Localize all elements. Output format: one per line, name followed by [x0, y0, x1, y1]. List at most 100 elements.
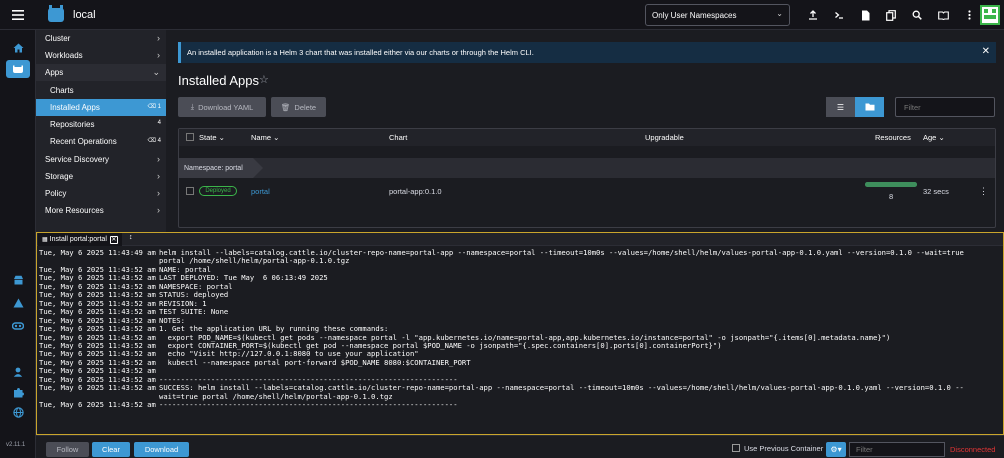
chevron-right-icon: ›	[157, 33, 160, 43]
nav-repositories[interactable]: Repositories 4	[36, 116, 166, 133]
main-content: An installed application is a Helm 3 cha…	[166, 30, 1004, 232]
table-header: State ⌄ Name ⌄ Chart Upgradable Resource…	[179, 129, 995, 146]
chart-version: portal-app:0.1.0	[389, 187, 442, 196]
age-value: 32 secs	[923, 187, 949, 196]
app-root: local Only User Namespaces ⌄ v2.11.1 Clu…	[0, 0, 1004, 458]
col-state[interactable]: State ⌄	[199, 133, 225, 142]
user-icon[interactable]	[6, 363, 30, 381]
nav-installed-apps[interactable]: Installed Apps ⌫ 1	[36, 99, 166, 116]
star-icon[interactable]: ☆	[259, 73, 269, 86]
log-filter-input[interactable]: Filter	[849, 442, 945, 457]
side-nav: Cluster › Workloads › Apps ⌄ Charts Install…	[36, 30, 166, 232]
nav-more-resources[interactable]: More Resources ›	[36, 202, 166, 219]
row-checkbox[interactable]	[186, 187, 194, 195]
nav-service-discovery[interactable]: Service Discovery ›	[36, 151, 166, 168]
nav-label: More Resources	[45, 206, 104, 215]
col-resources[interactable]: Resources	[875, 133, 911, 142]
network-icon[interactable]	[6, 317, 30, 335]
nav-policy[interactable]: Policy ›	[36, 185, 166, 202]
trash-icon: 🗑	[280, 102, 291, 112]
top-header: local Only User Namespaces ⌄	[0, 0, 1004, 30]
filter-input[interactable]: Filter	[895, 97, 995, 117]
select-all-checkbox[interactable]	[186, 133, 194, 141]
row-kebab-icon[interactable]: ⋮	[979, 186, 988, 197]
hamburger-menu-icon[interactable]	[0, 0, 36, 30]
nav-label: Installed Apps	[50, 103, 100, 112]
expand-icon[interactable]: ↕	[129, 234, 133, 241]
nav-count: ⌫ 4	[147, 138, 162, 144]
nav-recent-operations[interactable]: Recent Operations ⌫ 4	[36, 133, 166, 150]
close-icon[interactable]: ✕	[109, 235, 118, 244]
terminal-tab[interactable]: ▦ Install portal:portal ✕	[38, 233, 122, 246]
kebab-icon[interactable]	[956, 0, 982, 30]
col-chart[interactable]: Chart	[389, 133, 407, 142]
folder-view-icon[interactable]	[855, 97, 884, 117]
view-toggle: ☰	[826, 97, 884, 117]
namespace-select[interactable]: Only User Namespaces ⌄	[645, 4, 790, 26]
info-banner: An installed application is a Helm 3 cha…	[178, 42, 996, 63]
nav-label: Recent Operations	[50, 137, 117, 146]
search-icon[interactable]	[904, 0, 930, 30]
nav-charts[interactable]: Charts	[36, 82, 166, 99]
terminal-icon[interactable]	[826, 0, 852, 30]
download-button[interactable]: Download	[134, 442, 189, 457]
chevron-right-icon: ›	[157, 154, 160, 164]
extension-icon[interactable]	[6, 383, 30, 401]
log-timestamp: Tue, May 6 2025 11:43:52 am	[39, 400, 156, 410]
table-row: Deployed portal portal-app:0.1.0 8 32 se…	[179, 180, 995, 210]
download-yaml-button[interactable]: ⤓ Download YAML	[178, 97, 266, 117]
download-icon: ⤓	[190, 102, 195, 111]
banner-text: An installed application is a Helm 3 cha…	[187, 48, 534, 57]
terminal-log[interactable]: Tue, May 6 2025 11:43:49 am helm install …	[39, 248, 1001, 410]
user-avatar[interactable]	[980, 5, 1000, 25]
book-icon[interactable]	[930, 0, 956, 30]
chevron-right-icon: ›	[157, 50, 160, 60]
app-name-link[interactable]: portal	[251, 187, 270, 196]
terminal-tabs: ▦ Install portal:portal ✕ ↕	[37, 233, 1003, 246]
chevron-right-icon: ›	[157, 188, 160, 198]
page-title: Installed Apps	[178, 73, 259, 88]
cluster-icon[interactable]	[6, 60, 30, 78]
store-icon[interactable]	[6, 271, 30, 289]
use-previous-container-checkbox[interactable]	[732, 444, 740, 452]
col-age[interactable]: Age ⌄	[923, 133, 945, 142]
left-rail: v2.11.1	[0, 30, 36, 458]
nav-apps[interactable]: Apps ⌄	[36, 64, 166, 81]
list-view-icon[interactable]: ☰	[826, 97, 855, 117]
close-icon[interactable]: ✕	[982, 46, 990, 57]
version-label[interactable]: v2.11.1	[6, 442, 25, 448]
cluster-name: local	[73, 8, 96, 21]
clear-button[interactable]: Clear	[92, 442, 130, 457]
resources-count: 8	[889, 192, 894, 201]
col-name[interactable]: Name ⌄	[251, 133, 279, 142]
globe-icon[interactable]	[6, 403, 30, 421]
log-message: kubectl --namespace portal port-forward …	[159, 357, 471, 367]
nav-cluster[interactable]: Cluster ›	[36, 30, 166, 47]
nav-label: Apps	[45, 68, 64, 77]
chevron-down-icon: ⌄	[152, 67, 160, 77]
nav-workloads[interactable]: Workloads ›	[36, 47, 166, 64]
delete-label: Delete	[294, 102, 317, 112]
terminal-panel: ▦ Install portal:portal ✕ ↕ Tue, May 6 2…	[36, 232, 1004, 435]
log-line: Tue, May 6 2025 11:43:52 am kubectl --na…	[39, 357, 1001, 367]
apps-table: State ⌄ Name ⌄ Chart Upgradable Resource…	[178, 128, 996, 228]
resources-progress-bar	[865, 182, 917, 187]
warning-icon[interactable]	[6, 294, 30, 312]
nav-label: Policy	[45, 189, 67, 198]
file-icon[interactable]	[852, 0, 878, 30]
terminal-tab-label: Install portal:portal	[49, 236, 107, 243]
cluster-switcher[interactable]: local	[48, 0, 96, 30]
delete-button[interactable]: 🗑 Delete	[271, 97, 326, 117]
gear-icon[interactable]: ⚙▾	[826, 442, 846, 457]
upload-icon[interactable]	[800, 0, 826, 30]
col-upgradable[interactable]: Upgradable	[645, 133, 684, 142]
nav-storage[interactable]: Storage ›	[36, 168, 166, 185]
follow-button[interactable]: Follow	[46, 442, 89, 457]
log-line: Tue, May 6 2025 11:43:52 am -------------…	[39, 400, 1001, 410]
copy-icon[interactable]	[878, 0, 904, 30]
header-actions	[800, 0, 982, 30]
home-icon[interactable]	[6, 39, 30, 57]
namespace-tag: Namespace: portal	[179, 158, 263, 178]
nav-label: Service Discovery	[45, 155, 110, 164]
cluster-logo-icon	[48, 4, 64, 22]
